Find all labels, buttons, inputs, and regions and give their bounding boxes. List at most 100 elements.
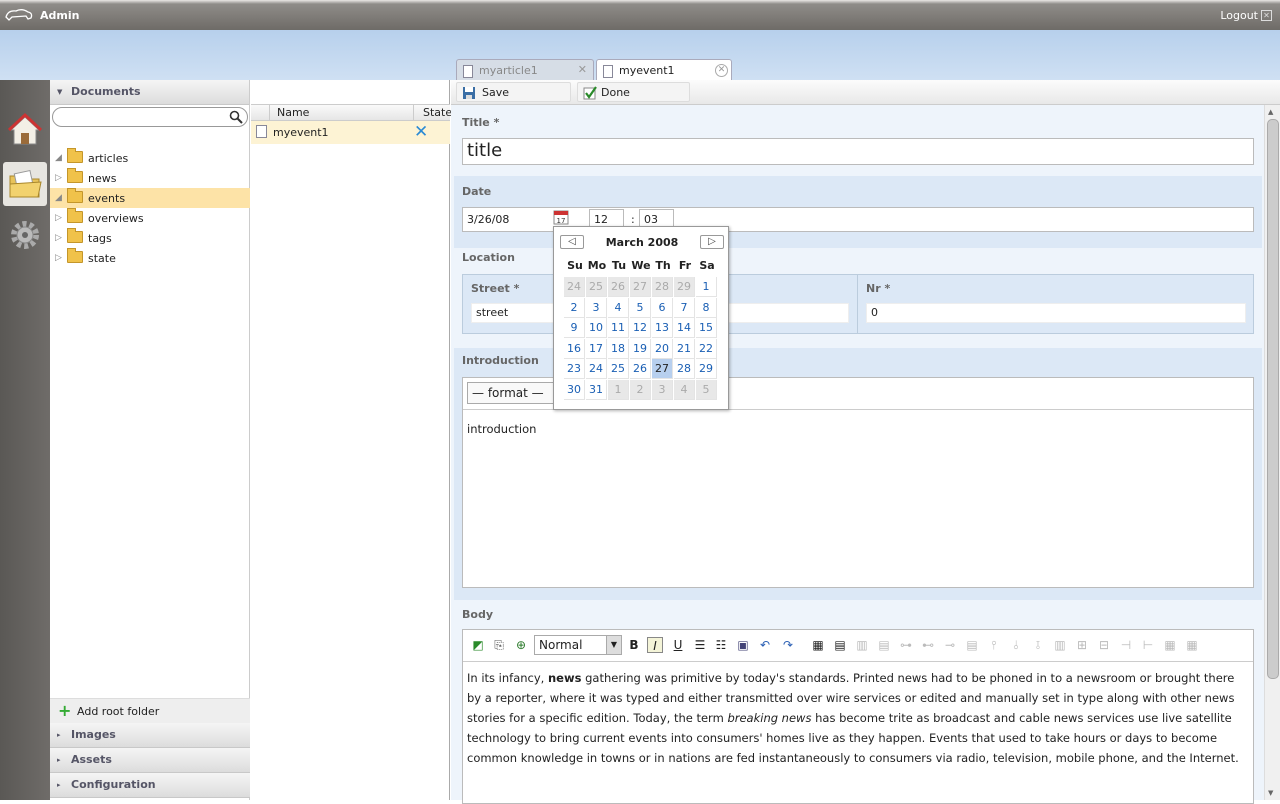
section-documents[interactable]: ▼ Documents	[50, 80, 249, 105]
calendar-day[interactable]: 7	[674, 297, 695, 318]
tree-item-overviews[interactable]: ▷ overviews	[50, 208, 250, 228]
undo-icon[interactable]: ↶	[757, 637, 773, 653]
calendar-day[interactable]: 24	[586, 359, 607, 380]
nr-input[interactable]: 0	[866, 303, 1246, 323]
search-input[interactable]	[52, 107, 248, 127]
collapsed-triangle-icon[interactable]: ▷	[55, 213, 62, 223]
save-button[interactable]: Save	[456, 82, 571, 102]
insert-image-icon[interactable]: ▣	[735, 637, 751, 653]
expanded-triangle-icon[interactable]: ◢	[55, 153, 62, 163]
body-text[interactable]: In its infancy, news gathering was primi…	[467, 668, 1247, 768]
documents-icon[interactable]	[3, 162, 47, 206]
calendar-icon[interactable]: 17	[553, 209, 569, 225]
calendar-day[interactable]: 26	[608, 277, 629, 297]
introduction-text[interactable]: introduction	[467, 419, 1247, 439]
calendar-day[interactable]: 2	[630, 380, 651, 400]
column-name[interactable]: Name	[277, 106, 309, 119]
close-icon[interactable]: ✕	[715, 64, 728, 77]
unordered-list-icon[interactable]: ☷	[713, 637, 729, 653]
scrollbar[interactable]: ▲ ▼	[1264, 105, 1280, 800]
calendar-day[interactable]: 28	[652, 277, 673, 297]
format-select[interactable]: — format —	[467, 382, 555, 404]
calendar-day[interactable]: 15	[696, 318, 717, 339]
calendar-day[interactable]: 25	[586, 277, 607, 297]
calendar-day[interactable]: 23	[564, 359, 585, 380]
title-input[interactable]: title	[462, 138, 1254, 165]
close-icon[interactable]: ✕	[578, 63, 587, 76]
paragraph-style-select[interactable]: Normal ▼	[534, 635, 622, 655]
collapsed-triangle-icon[interactable]: ▷	[55, 233, 62, 243]
logout-link[interactable]: Logout	[1220, 9, 1258, 22]
calendar-day[interactable]: 16	[564, 338, 585, 359]
calendar-day[interactable]: 30	[564, 380, 585, 400]
scrollbar-thumb[interactable]	[1267, 119, 1279, 679]
table-icon[interactable]: ▦	[810, 637, 826, 653]
section-configuration[interactable]: ▸ Configuration	[50, 773, 250, 798]
section-images[interactable]: ▸ Images	[50, 723, 250, 748]
underline-icon[interactable]: U	[670, 637, 686, 653]
expanded-triangle-icon[interactable]: ◢	[55, 193, 62, 203]
calendar-day[interactable]: 24	[564, 277, 585, 297]
section-assets[interactable]: ▸ Assets	[50, 748, 250, 773]
tab-myarticle1[interactable]: myarticle1 ✕	[456, 59, 594, 80]
ordered-list-icon[interactable]: ☰	[692, 637, 708, 653]
redo-icon[interactable]: ↷	[780, 637, 796, 653]
calendar-day[interactable]: 27	[630, 277, 651, 297]
calendar-day[interactable]: 22	[696, 338, 717, 359]
calendar-day[interactable]: 27	[652, 359, 673, 380]
calendar-day[interactable]: 8	[696, 297, 717, 318]
calendar-day[interactable]: 2	[564, 297, 585, 318]
calendar-day[interactable]: 31	[586, 380, 607, 400]
calendar-day[interactable]: 12	[630, 318, 651, 339]
calendar-day[interactable]: 29	[696, 359, 717, 380]
calendar-day[interactable]: 14	[674, 318, 695, 339]
tree-item-news[interactable]: ▷ news	[50, 168, 250, 188]
tree-item-state[interactable]: ▷ state	[50, 248, 250, 268]
search-icon[interactable]	[229, 110, 243, 124]
calendar-day[interactable]: 10	[586, 318, 607, 339]
gear-icon[interactable]	[3, 214, 47, 258]
calendar-day[interactable]: 25	[608, 359, 629, 380]
list-item[interactable]: myevent1 ✕	[251, 121, 450, 144]
calendar-day[interactable]: 21	[674, 338, 695, 359]
calendar-day[interactable]: 20	[652, 338, 673, 359]
calendar-day[interactable]: 11	[608, 318, 629, 339]
calendar-day[interactable]: 26	[630, 359, 651, 380]
calendar-day[interactable]: 18	[608, 338, 629, 359]
scroll-up-icon[interactable]: ▲	[1268, 108, 1273, 116]
next-month-button[interactable]: ▷	[700, 235, 724, 249]
tree-item-events[interactable]: ◢ events	[50, 188, 250, 208]
collapsed-triangle-icon[interactable]: ▷	[55, 173, 62, 183]
table-properties-icon[interactable]: ▤	[832, 637, 848, 653]
calendar-day[interactable]: 3	[652, 380, 673, 400]
calendar-day[interactable]: 4	[674, 380, 695, 400]
scroll-down-icon[interactable]: ▼	[1268, 789, 1273, 797]
link-icon[interactable]: ⊕	[513, 637, 529, 653]
calendar-day[interactable]: 19	[630, 338, 651, 359]
calendar-day[interactable]: 6	[652, 297, 673, 318]
calendar-day[interactable]: 1	[696, 277, 717, 297]
calendar-day[interactable]: 13	[652, 318, 673, 339]
calendar-day[interactable]: 9	[564, 318, 585, 339]
calendar-day[interactable]: 29	[674, 277, 695, 297]
attachment-icon[interactable]: ⎘	[491, 637, 507, 653]
tree-item-articles[interactable]: ◢ articles	[50, 148, 250, 168]
bold-icon[interactable]: B	[626, 637, 642, 653]
column-state[interactable]: State	[423, 106, 452, 119]
calendar-day[interactable]: 5	[630, 297, 651, 318]
calendar-day[interactable]: 5	[696, 380, 717, 400]
tree-item-tags[interactable]: ▷ tags	[50, 228, 250, 248]
logout-icon[interactable]: ✕	[1261, 10, 1272, 21]
tab-myevent1[interactable]: myevent1 ✕	[596, 59, 732, 81]
calendar-day[interactable]: 4	[608, 297, 629, 318]
calendar-day[interactable]: 1	[608, 380, 629, 400]
italic-icon[interactable]: I	[647, 637, 663, 653]
collapsed-triangle-icon[interactable]: ▷	[55, 253, 62, 263]
calendar-day[interactable]: 28	[674, 359, 695, 380]
calendar-day[interactable]: 3	[586, 297, 607, 318]
add-root-folder-button[interactable]: + Add root folder	[50, 698, 250, 723]
calendar-day[interactable]: 17	[586, 338, 607, 359]
done-button[interactable]: Done	[577, 82, 690, 102]
image-insert-icon[interactable]: ◩	[470, 637, 486, 653]
home-icon[interactable]	[3, 108, 47, 152]
